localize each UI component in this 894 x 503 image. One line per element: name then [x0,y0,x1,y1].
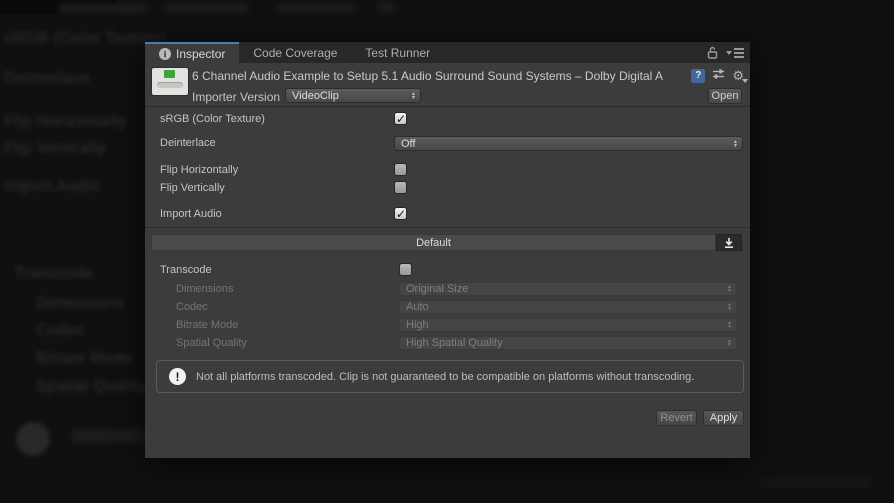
srgb-label: sRGB (Color Texture) [160,113,265,125]
background-label: Import Audio [4,178,100,196]
import-audio-label: Import Audio [160,208,222,220]
tab-label: Test Runner [365,46,430,60]
transcode-warning-box: ! Not all platforms transcoded. Clip is … [156,360,744,393]
flip-vertically-label: Flip Vertically [160,182,225,194]
background-label: Bitrate Mode [36,350,133,368]
codec-row: Codec Auto ▲▼ [145,300,750,316]
spatial-quality-row: Spatial Quality High Spatial Quality ▲▼ [145,336,750,352]
dropdown-arrows-icon: ▲▼ [727,303,732,311]
background-label: Dimensions [36,295,125,313]
dropdown-value: Auto [406,301,723,313]
dimensions-label: Dimensions [176,283,233,295]
window-menu-icon[interactable] [726,48,744,58]
background-blob [166,4,248,13]
import-audio-checkbox[interactable] [394,207,407,220]
background-blob [760,478,870,487]
flip-horizontally-label: Flip Horizontally [160,164,238,176]
tab-code-coverage[interactable]: Code Coverage [239,42,351,63]
flip-horizontally-row: Flip Horizontally [145,163,750,179]
asset-header: 6 Channel Audio Example to Setup 5.1 Aud… [145,63,750,107]
deinterlace-dropdown[interactable]: Off ▲▼ [394,136,743,151]
gear-icon[interactable]: ⚙ [732,69,744,82]
transcode-label: Transcode [160,264,212,276]
dropdown-arrows-icon: ▲▼ [727,285,732,293]
videoclip-thumbnail-icon [152,68,188,95]
background-label: Flip Horizontally [4,113,126,131]
dropdown-value: VideoClip [292,90,407,102]
srgb-checkbox[interactable] [394,112,407,125]
tab-bar: i Inspector Code Coverage Test Runner [145,42,750,63]
transcode-row: Transcode [145,263,750,279]
blurred-warning-icon [16,422,50,456]
tab-inspector[interactable]: i Inspector [145,42,239,63]
help-icon[interactable]: ? [691,69,705,83]
asset-title: 6 Channel Audio Example to Setup 5.1 Aud… [192,69,690,83]
background-blob [276,4,354,13]
dropdown-arrows-icon: ▲▼ [733,140,738,148]
background-label: Flip Vertically [4,140,106,158]
flip-vertically-checkbox[interactable] [394,181,407,194]
background-blob [378,3,394,13]
apply-button[interactable]: Apply [703,410,744,426]
dropdown-value: High [406,319,723,331]
background-label: Transcode [14,265,94,283]
background-label: sRGB (Color Texture) [4,30,167,48]
download-icon [723,237,735,249]
background-label: Deinterlace [4,70,90,88]
platform-override-button[interactable] [716,234,742,251]
flip-vertically-row: Flip Vertically [145,181,750,197]
bitrate-mode-row: Bitrate Mode High ▲▼ [145,318,750,334]
inspector-window: i Inspector Code Coverage Test Runner [145,42,750,458]
dropdown-arrows-icon: ▲▼ [727,339,732,347]
flip-horizontally-checkbox[interactable] [394,163,407,176]
spatial-quality-label: Spatial Quality [176,337,247,349]
dimensions-dropdown: Original Size ▲▼ [399,282,737,296]
deinterlace-label: Deinterlace [160,137,216,149]
dropdown-value: High Spatial Quality [406,337,723,349]
importer-version-dropdown[interactable]: VideoClip ▲▼ [285,88,421,103]
background-blob [58,4,146,13]
warning-icon: ! [169,368,186,385]
dropdown-arrows-icon: ▲▼ [727,321,732,329]
srgb-row: sRGB (Color Texture) [145,112,750,128]
dropdown-value: Original Size [406,283,723,295]
codec-label: Codec [176,301,208,313]
presets-icon[interactable] [712,68,725,83]
bitrate-mode-dropdown: High ▲▼ [399,318,737,332]
dropdown-value: Off [401,138,729,150]
info-icon: i [159,48,171,60]
deinterlace-row: Deinterlace Off ▲▼ [145,136,750,152]
lock-icon[interactable] [707,46,718,59]
bitrate-mode-label: Bitrate Mode [176,319,238,331]
dropdown-arrows-icon: ▲▼ [411,92,416,100]
tab-label: Inspector [176,47,225,61]
revert-button[interactable]: Revert [656,410,697,426]
codec-dropdown: Auto ▲▼ [399,300,737,314]
warning-text: Not all platforms transcoded. Clip is no… [196,371,694,383]
platform-tab-default[interactable]: Default [151,234,716,251]
background-label: Codec [36,322,85,340]
background-label: Spatial Quality [36,378,147,396]
spatial-quality-dropdown: High Spatial Quality ▲▼ [399,336,737,350]
tab-test-runner[interactable]: Test Runner [351,42,444,63]
transcode-checkbox[interactable] [399,263,412,276]
import-audio-row: Import Audio [145,207,750,223]
tab-label: Code Coverage [253,46,337,60]
open-button[interactable]: Open [708,88,742,104]
importer-version-label: Importer Version [192,90,280,104]
dimensions-row: Dimensions Original Size ▲▼ [145,282,750,298]
divider [145,227,750,228]
